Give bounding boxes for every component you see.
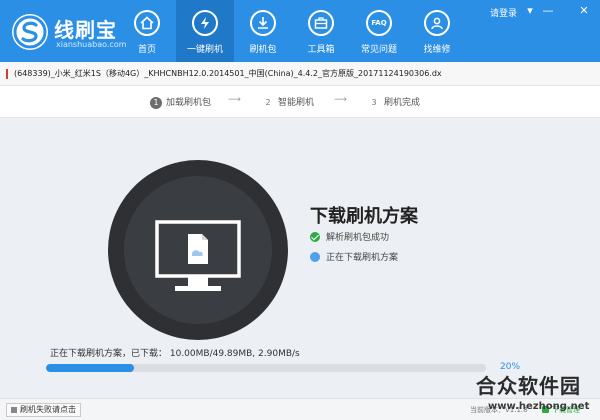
step-label: 加载刷机包 xyxy=(166,98,212,108)
file-path: (648339)_小米_红米1S（移动4G）_KHHCNBH12.0.20145… xyxy=(14,69,442,78)
menu-dropdown-icon[interactable]: ▾ xyxy=(522,4,538,18)
person-icon xyxy=(424,10,450,36)
home-icon xyxy=(134,10,160,36)
status-downloading: 正在下载刷机方案 xyxy=(310,250,398,263)
step-3: 3 刷机完成 xyxy=(368,95,420,109)
step-label: 刷机完成 xyxy=(384,98,421,108)
nav-label: 常见问题 xyxy=(360,45,397,55)
step-number: 1 xyxy=(150,97,162,109)
progress-fill xyxy=(46,364,134,372)
nav-item-one-click-flash[interactable]: 一键刷机 xyxy=(176,0,234,62)
illustration-inner xyxy=(124,176,272,324)
step-2: 2 智能刷机 xyxy=(262,95,314,109)
square-icon xyxy=(11,406,17,413)
login-link[interactable]: 请登录 xyxy=(490,6,517,19)
main-panel: 下载刷机方案 解析刷机包成功 正在下载刷机方案 正在下载刷机方案，已下载： 10… xyxy=(0,118,600,398)
app-name: 线刷宝 xyxy=(54,18,117,42)
nav-item-find-repair[interactable]: 找维修 xyxy=(408,0,466,62)
step-1: 1 加载刷机包 xyxy=(150,95,211,109)
monitor-icon xyxy=(155,220,241,291)
nav-item-faq[interactable]: FAQ 常见问题 xyxy=(350,0,408,62)
file-marker xyxy=(6,69,8,79)
progress-dot-icon xyxy=(310,251,320,262)
fail-link-label: 刷机失败请点击 xyxy=(20,405,76,414)
step-arrow-icon: ⟶ xyxy=(334,95,347,105)
toolbox-icon xyxy=(308,10,334,36)
step-indicator: 1 加载刷机包 ⟶ 2 智能刷机 ⟶ 3 刷机完成 xyxy=(0,86,600,118)
faq-icon: FAQ xyxy=(366,10,392,36)
nav-label: 工具箱 xyxy=(307,45,335,55)
progress-text: 正在下载刷机方案，已下载： 10.00MB/49.89MB, 2.90MB/s xyxy=(50,349,300,359)
step-arrow-icon: ⟶ xyxy=(228,95,241,105)
file-path-bar: (648339)_小米_红米1S（移动4G）_KHHCNBH12.0.20145… xyxy=(0,62,600,86)
nav-label: 找维修 xyxy=(423,45,451,55)
status-text: 正在下载刷机方案 xyxy=(326,253,399,263)
nav-item-home[interactable]: 首页 xyxy=(118,0,176,62)
nav-item-flash-package[interactable]: 刷机包 xyxy=(234,0,292,62)
step-number: 3 xyxy=(371,98,377,107)
nav-label: 首页 xyxy=(137,45,156,55)
close-icon[interactable]: ✕ xyxy=(576,4,592,18)
lightning-icon xyxy=(192,10,218,36)
download-package-icon xyxy=(250,10,276,36)
status-text: 解析刷机包成功 xyxy=(326,233,390,243)
app-header: 线刷宝 xianshuabao.com 首页 一键刷机 刷机包 工具箱 FAQ … xyxy=(0,0,600,62)
nav-item-toolbox[interactable]: 工具箱 xyxy=(292,0,350,62)
step-number: 2 xyxy=(265,98,271,107)
logo-badge-icon xyxy=(12,14,48,50)
app-subtitle: xianshuabao.com xyxy=(56,40,127,49)
step-label: 智能刷机 xyxy=(278,98,315,108)
download-illustration xyxy=(108,160,288,340)
nav-label: 刷机包 xyxy=(249,45,277,55)
nav-label: 一键刷机 xyxy=(186,45,223,55)
minimize-icon[interactable]: — xyxy=(540,4,556,18)
progress-bar xyxy=(46,364,486,372)
status-parse-success: 解析刷机包成功 xyxy=(310,230,389,243)
watermark-url: www.hezhong.net xyxy=(488,401,590,412)
flash-failed-button[interactable]: 刷机失败请点击 xyxy=(6,403,81,417)
watermark-text: 合众软件园 xyxy=(476,374,581,398)
check-icon xyxy=(310,231,320,242)
download-title: 下载刷机方案 xyxy=(310,206,418,227)
